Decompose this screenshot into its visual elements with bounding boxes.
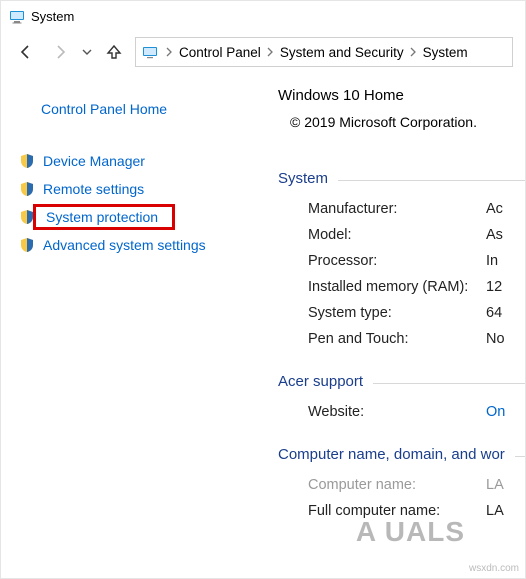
titlebar: System (1, 1, 525, 31)
group-title: Acer support (278, 373, 363, 390)
sidebar-item-remote-settings[interactable]: Remote settings (1, 175, 266, 203)
sidebar-item-device-manager[interactable]: Device Manager (1, 147, 266, 175)
address-bar[interactable]: Control Panel System and Security System (135, 37, 513, 67)
kv-processor: Processor:In (308, 253, 525, 269)
history-dropdown[interactable] (81, 47, 93, 57)
divider (373, 383, 525, 384)
group-computer-name: Computer name, domain, and wor (278, 446, 525, 463)
chevron-right-icon (410, 47, 417, 57)
copyright-text: © 2019 Microsoft Corporation. (290, 114, 525, 130)
kv-full-computer-name: Full computer name:LA (308, 503, 525, 519)
sidebar-item-label: Remote settings (43, 181, 144, 197)
kv-system-type: System type:64 (308, 305, 525, 321)
control-panel-home-link[interactable]: Control Panel Home (41, 101, 266, 117)
kv-ram: Installed memory (RAM):12 (308, 279, 525, 295)
chevron-right-icon (166, 47, 173, 57)
shield-icon (19, 237, 35, 253)
address-icon (142, 44, 160, 60)
sidebar-item-label: Device Manager (43, 153, 145, 169)
body: Control Panel Home Device Manager (1, 73, 525, 578)
content-pane: Windows 10 Home © 2019 Microsoft Corpora… (266, 73, 525, 578)
sidebar-item-system-protection[interactable]: System protection (1, 203, 266, 231)
up-button[interactable] (101, 39, 127, 65)
system-icon (9, 8, 25, 24)
divider (338, 180, 525, 181)
system-window: System Control Panel (0, 0, 526, 579)
highlight-box: System protection (33, 204, 175, 230)
group-title: Computer name, domain, and wor (278, 446, 505, 463)
group-title: System (278, 170, 328, 187)
kv-pen-touch: Pen and Touch:No (308, 331, 525, 347)
kv-computer-name: Computer name:LA (308, 477, 525, 493)
breadcrumb-item[interactable]: System and Security (280, 45, 404, 60)
kv-website: Website:On (308, 404, 525, 420)
sidebar-item-label: Advanced system settings (43, 237, 206, 253)
sidebar-item-advanced-settings[interactable]: Advanced system settings (1, 231, 266, 259)
shield-icon (19, 153, 35, 169)
sidebar-item-label: System protection (46, 209, 158, 225)
website-link[interactable]: On (486, 404, 505, 420)
kv-model: Model:As (308, 227, 525, 243)
chevron-right-icon (267, 47, 274, 57)
windows-edition: Windows 10 Home (278, 87, 525, 104)
navbar: Control Panel System and Security System (1, 31, 525, 73)
group-support: Acer support (278, 373, 525, 390)
breadcrumb-item[interactable]: Control Panel (179, 45, 261, 60)
shield-icon (19, 181, 35, 197)
group-system: System (278, 170, 525, 187)
forward-button[interactable] (47, 39, 73, 65)
kv-manufacturer: Manufacturer:Ac (308, 201, 525, 217)
back-button[interactable] (13, 39, 39, 65)
breadcrumb-item[interactable]: System (423, 45, 468, 60)
sidebar: Control Panel Home Device Manager (1, 73, 266, 578)
divider (515, 456, 525, 457)
window-title: System (31, 9, 74, 24)
